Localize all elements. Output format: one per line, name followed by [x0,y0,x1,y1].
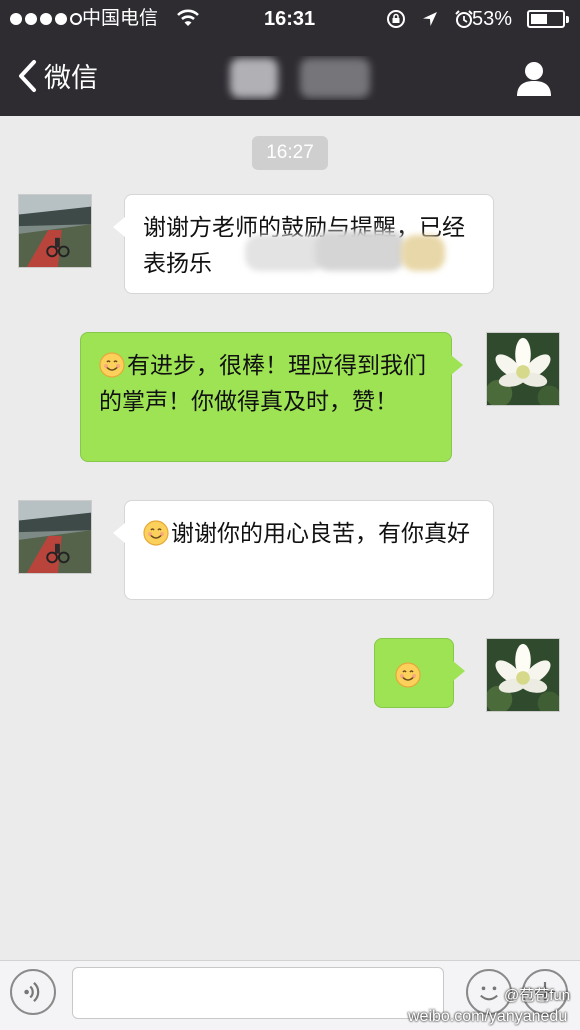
contact-avatar[interactable] [18,500,92,574]
lotus-flower-icon [487,639,559,711]
carrier-label: 中国电信 [82,8,159,29]
location-arrow-icon [423,12,437,26]
incoming-message-bubble[interactable]: 谢谢你的用心良苦，有你真好 [113,500,494,600]
rotation-lock-icon [387,10,405,28]
chevron-left-icon [19,59,36,92]
back-label: 微信 [44,63,98,93]
battery-icon [527,10,569,28]
battery-percent: 53% [472,8,513,30]
outgoing-message-bubble[interactable]: 有进步，很棒！理应得到我们的掌声！你做得真及时，赞！ [80,332,463,462]
message-timestamp: 16:27 [252,136,328,170]
smile-emoji-icon [395,662,421,688]
street-scene-icon [19,501,91,573]
status-time: 16:31 [264,8,316,30]
top-bar: 中国电信 16:31 53% 微信 [0,0,580,116]
voice-button[interactable] [10,969,56,1015]
message-input[interactable] [72,967,444,1019]
status-bar: 中国电信 16:31 53% [0,0,580,38]
smile-emoji-icon [143,520,169,546]
signal-strength-icon [10,13,82,25]
smile-emoji-icon [99,352,125,378]
contact-avatar[interactable] [18,194,92,268]
my-avatar[interactable] [486,332,560,406]
nav-bar: 微信 [0,40,580,116]
alarm-icon [455,10,473,28]
watermark-account: @苞苞fun [504,987,571,1004]
wifi-icon [177,9,199,26]
back-button[interactable]: 微信 [16,56,98,95]
message-text: 有进步，很棒！理应得到我们的掌声！你做得真及时，赞！ [99,352,426,414]
watermark-url: weibo.com/yanyanedu [408,1008,568,1025]
chat-title-redacted [190,56,400,100]
street-scene-icon [19,195,91,267]
outgoing-emoji-bubble[interactable] [374,638,465,708]
my-avatar[interactable] [486,638,560,712]
message-text: 谢谢你的用心良苦，有你真好 [171,520,470,546]
chat-area[interactable]: 16:27 谢谢方老师的鼓励与提醒，已经表扬乐 有进步，很棒！理应得到我们的掌声… [0,116,580,960]
lotus-flower-icon [487,333,559,405]
person-icon[interactable] [514,58,554,98]
voice-icon [24,982,40,1002]
incoming-message-bubble[interactable]: 谢谢方老师的鼓励与提醒，已经表扬乐 [113,194,494,294]
